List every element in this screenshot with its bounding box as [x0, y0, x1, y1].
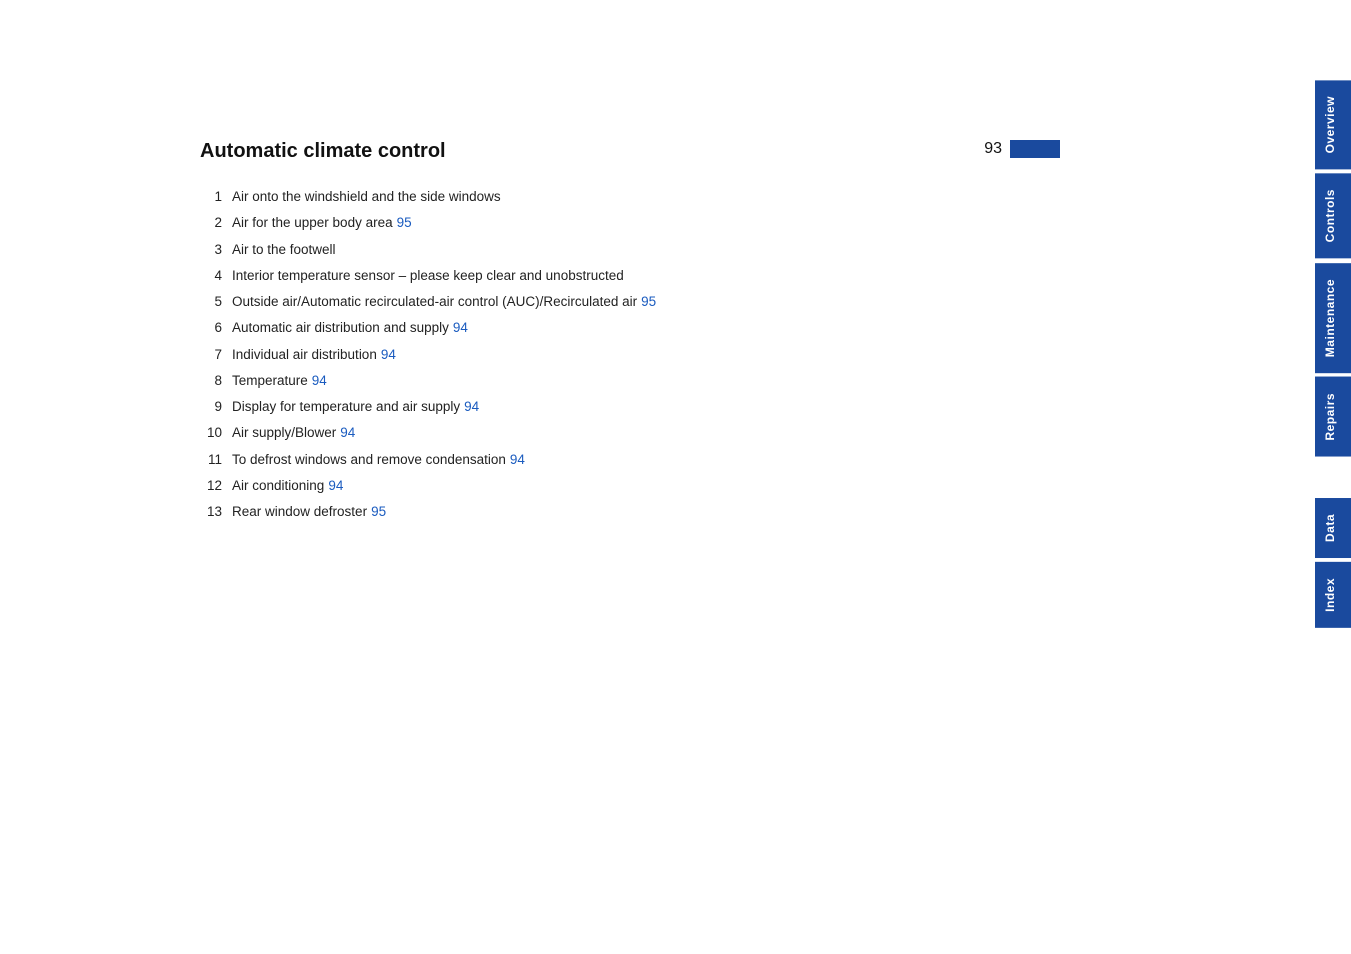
- page-number-bar: [1010, 140, 1060, 158]
- page-header: Automatic climate control 93: [200, 140, 1060, 163]
- item-number: 10: [200, 423, 232, 443]
- item-number: 8: [200, 371, 232, 391]
- list-item: 4Interior temperature sensor – please ke…: [200, 266, 1060, 286]
- item-number: 7: [200, 345, 232, 365]
- list-item: 8Temperature94: [200, 371, 1060, 391]
- item-text: Air for the upper body area95: [232, 213, 1060, 233]
- side-tab-data[interactable]: Data: [1315, 498, 1351, 558]
- item-link[interactable]: 95: [371, 504, 386, 519]
- item-link[interactable]: 94: [312, 373, 327, 388]
- item-number: 12: [200, 476, 232, 496]
- page-number: 93: [984, 140, 1060, 158]
- list-item: 13Rear window defroster95: [200, 502, 1060, 522]
- item-text: Automatic air distribution and supply94: [232, 318, 1060, 338]
- item-link[interactable]: 94: [453, 320, 468, 335]
- item-number: 1: [200, 187, 232, 207]
- list-item: 6Automatic air distribution and supply94: [200, 318, 1060, 338]
- item-number: 9: [200, 397, 232, 417]
- list-item: 10Air supply/Blower94: [200, 423, 1060, 443]
- item-text: Air onto the windshield and the side win…: [232, 187, 1060, 207]
- item-link[interactable]: 94: [328, 478, 343, 493]
- item-text: Air to the footwell: [232, 240, 1060, 260]
- item-number: 5: [200, 292, 232, 312]
- item-number: 11: [200, 450, 232, 470]
- item-text: Outside air/Automatic recirculated-air c…: [232, 292, 1060, 312]
- side-navigation: Overview Controls Maintenance Repairs Data In…: [1309, 0, 1351, 954]
- list-item: 5Outside air/Automatic recirculated-air …: [200, 292, 1060, 312]
- list-item: 9Display for temperature and air supply9…: [200, 397, 1060, 417]
- content-list: 1Air onto the windshield and the side wi…: [200, 187, 1060, 522]
- item-text: To defrost windows and remove condensati…: [232, 450, 1060, 470]
- item-number: 13: [200, 502, 232, 522]
- side-tab-controls[interactable]: Controls: [1315, 173, 1351, 258]
- item-link[interactable]: 94: [464, 399, 479, 414]
- list-item: 2Air for the upper body area95: [200, 213, 1060, 233]
- item-text: Display for temperature and air supply94: [232, 397, 1060, 417]
- list-item: 12Air conditioning94: [200, 476, 1060, 496]
- item-text: Interior temperature sensor – please kee…: [232, 266, 1060, 286]
- item-text: Rear window defroster95: [232, 502, 1060, 522]
- item-link[interactable]: 95: [397, 215, 412, 230]
- list-item: 3Air to the footwell: [200, 240, 1060, 260]
- item-link[interactable]: 94: [381, 347, 396, 362]
- list-item: 11To defrost windows and remove condensa…: [200, 450, 1060, 470]
- page-title: Automatic climate control: [200, 140, 446, 163]
- item-link[interactable]: 94: [340, 425, 355, 440]
- list-item: 7Individual air distribution94: [200, 345, 1060, 365]
- item-text: Air supply/Blower94: [232, 423, 1060, 443]
- side-tab-overview[interactable]: Overview: [1315, 80, 1351, 169]
- item-number: 3: [200, 240, 232, 260]
- side-tab-index[interactable]: Index: [1315, 562, 1351, 628]
- item-link[interactable]: 95: [641, 294, 656, 309]
- item-number: 4: [200, 266, 232, 286]
- item-number: 6: [200, 318, 232, 338]
- item-text: Individual air distribution94: [232, 345, 1060, 365]
- list-item: 1Air onto the windshield and the side wi…: [200, 187, 1060, 207]
- item-text: Air conditioning94: [232, 476, 1060, 496]
- item-text: Temperature94: [232, 371, 1060, 391]
- side-tab-repairs[interactable]: Repairs: [1315, 377, 1351, 457]
- item-link[interactable]: 94: [510, 452, 525, 467]
- side-tab-maintenance[interactable]: Maintenance: [1315, 263, 1351, 373]
- item-number: 2: [200, 213, 232, 233]
